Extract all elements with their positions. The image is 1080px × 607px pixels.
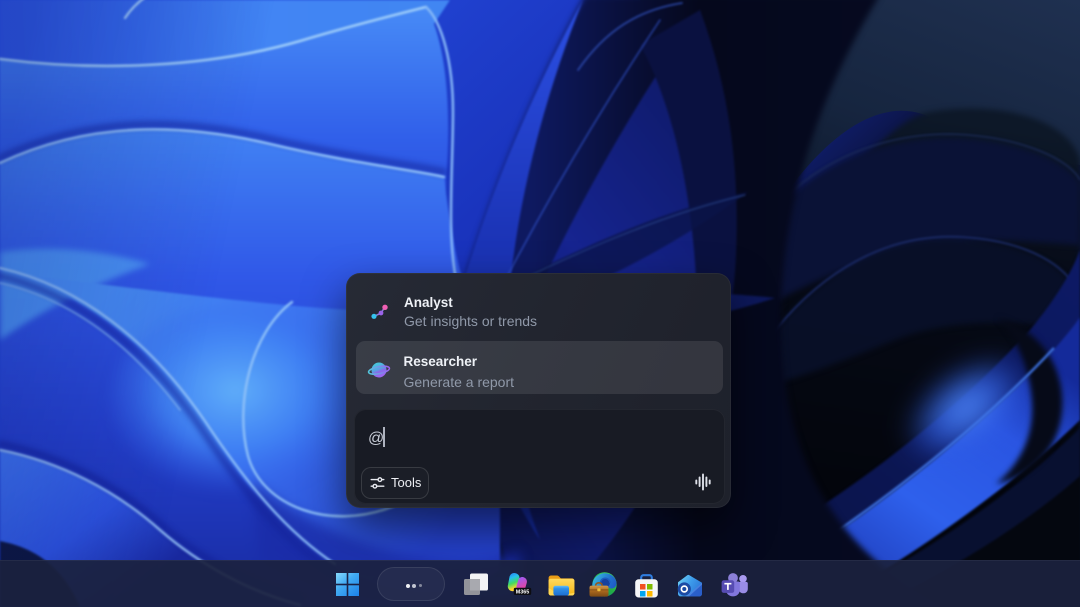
svg-text:M365: M365 <box>516 590 530 596</box>
